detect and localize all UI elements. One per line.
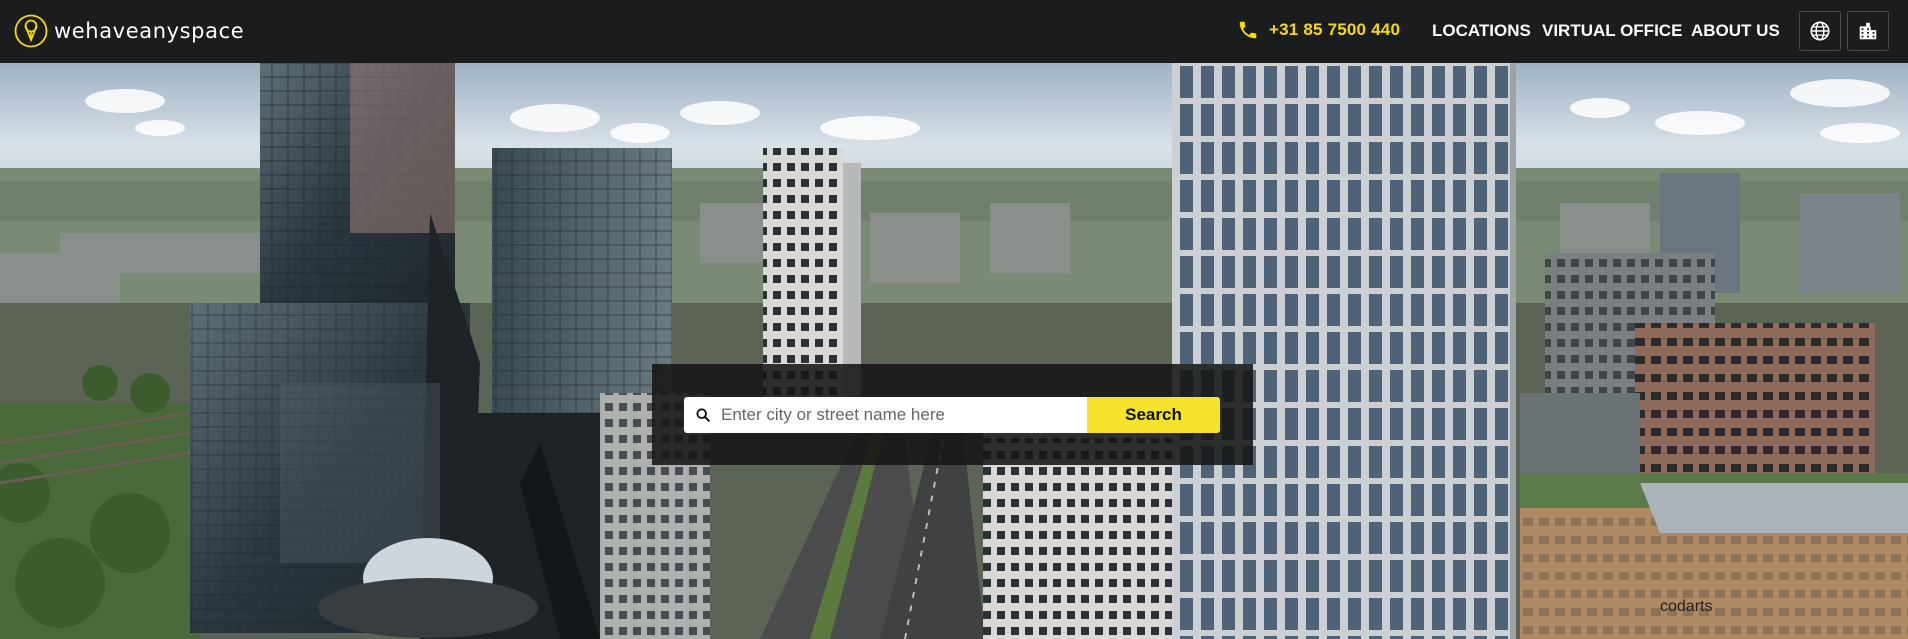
phone-number: +31 85 7500 440 (1269, 20, 1401, 39)
globe-icon (1810, 21, 1830, 41)
search-input[interactable] (721, 405, 1071, 425)
building-icon (1859, 22, 1877, 40)
search-button[interactable]: Search (1087, 397, 1220, 433)
hero-banner: codarts Search (0, 63, 1908, 639)
brand-name: wehaveanyspace (54, 19, 245, 43)
language-button[interactable] (1799, 11, 1841, 51)
search-panel: Search (652, 364, 1253, 465)
city-skyline-image: codarts (0, 63, 1908, 639)
search-icon (696, 408, 711, 423)
logo-icon (14, 14, 48, 48)
nav-about-us[interactable]: ABOUT US (1691, 21, 1780, 41)
search-field[interactable] (684, 397, 1087, 433)
top-header: wehaveanyspace +31 85 7500 440 LOCATIONS… (0, 0, 1908, 63)
phone-link[interactable]: +31 85 7500 440 (1237, 19, 1400, 41)
logo[interactable]: wehaveanyspace (14, 14, 244, 48)
nav-virtual-office[interactable]: VIRTUAL OFFICE (1542, 21, 1682, 41)
codarts-sign: codarts (1660, 598, 1712, 615)
phone-icon (1239, 21, 1257, 39)
nav-locations[interactable]: LOCATIONS (1432, 21, 1531, 41)
offices-button[interactable] (1847, 11, 1889, 51)
